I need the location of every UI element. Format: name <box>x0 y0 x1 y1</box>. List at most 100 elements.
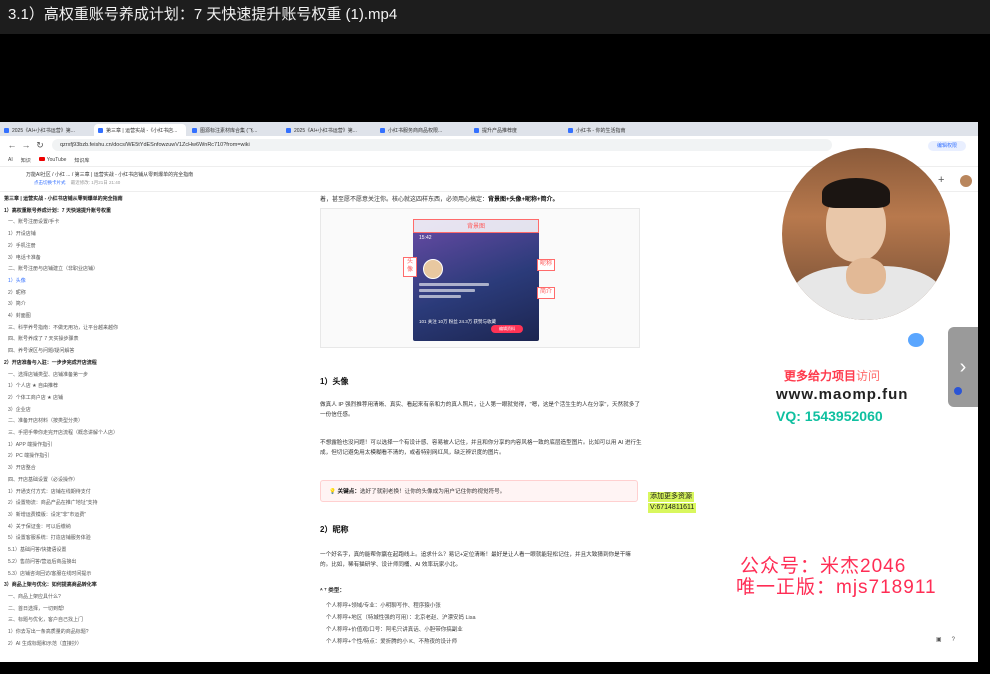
phone-mockup: 15:42 101 关注 10万 粉丝 24.3万 获赞与收藏 编辑资料 <box>413 219 539 341</box>
toc-item[interactable]: 一、选择店铺类型、店铺准备第一步 <box>0 370 300 382</box>
profile-figure: 15:42 101 关注 10万 粉丝 24.3万 获赞与收藏 编辑资料 背景图… <box>320 208 640 348</box>
promo-contact: VQ: 1543952060 <box>776 408 883 424</box>
breadcrumb[interactable]: 万能AI社区 / 小红 ... / 第三章 | 运营实战 - 小红书店铺从零到爆… <box>26 171 193 178</box>
toc-item[interactable]: 二、准备开店材料（按类型分类） <box>0 416 300 428</box>
last-modified: 最近修改: 1月21日 21:40 <box>70 180 121 185</box>
browser-tab-strip: 2025《AI+小红书运营》第... 第三章 | 运营实战 -《小红书店... 图源… <box>0 122 978 136</box>
browser-tab[interactable]: 小红书 - 你的生活指南 <box>564 124 656 136</box>
tab-label: 小红书服务商商品权限... <box>388 127 443 134</box>
toc-item[interactable]: 2）AI 生成标题和示范（直接抄） <box>0 639 300 651</box>
corner-tools: ▣? <box>936 636 965 643</box>
toc-item[interactable]: 1）个人店 ★ 自由推荐 <box>0 381 300 393</box>
tab-favicon-icon <box>4 127 9 133</box>
toc-item[interactable]: 3）商品上架与优化：如何提高商品转化率 <box>0 580 300 592</box>
toc-item[interactable]: 1）高权重账号养成计划：7 天快速提升账号权重 <box>0 206 300 218</box>
reload-icon[interactable]: ↻ <box>34 139 46 151</box>
paragraph: 做真人 IP 强烈推荐用清晰、真实、看起来有亲和力的真人照片，让人第一眼就觉得，… <box>320 402 640 418</box>
background-label: 背景图 <box>413 219 539 233</box>
card-toggle-link[interactable]: 点击切换卡片式 <box>34 180 66 185</box>
browser-tab[interactable]: 第三章 | 运营实战 -《小红书店... <box>94 124 186 136</box>
toc-item[interactable]: 2）PC 端操作指引 <box>0 451 300 463</box>
toc-item[interactable]: 三、科学养号指南：不做无用功，让平台越来越你 <box>0 323 300 335</box>
toc-item[interactable]: 1）开设店铺 <box>0 229 300 241</box>
tab-favicon-icon <box>192 127 197 133</box>
toc-item[interactable]: 2）手机注册 <box>0 241 300 253</box>
avatar-label: 头像 <box>403 257 417 277</box>
fullscreen-icon[interactable]: ▣ <box>936 637 942 643</box>
browser-tab[interactable]: 2025《AI+小红书运营》第... <box>0 124 92 136</box>
toc-item[interactable]: 3）企业店 <box>0 405 300 417</box>
toc-item[interactable]: 四、账号养成了 7 天实操步骤表 <box>0 334 300 346</box>
toc-item[interactable]: 4）封面图 <box>0 311 300 323</box>
address-bar-row: ← → ↻ qzrxfj93bzb.feishu.cn/docs/WE5tYdE… <box>0 136 978 155</box>
watermark-small: 添加更多资源 <box>648 492 694 502</box>
user-avatar[interactable] <box>960 175 972 187</box>
tab-label: 2025《AI+小红书运营》第... <box>294 127 357 134</box>
list-item: 个人称呼+地区（特城性强的可用）：北京老赵、沪漂安妈 Lisa <box>326 615 476 621</box>
toc-item[interactable]: 3）电话卡准备 <box>0 253 300 265</box>
list-item: 个人称呼+价值观/口号：阿毛只讲真话、小胆带你搞副业 <box>326 627 463 633</box>
browser-tab[interactable]: 提升产品推荐度 <box>470 124 562 136</box>
tab-label: 提升产品推荐度 <box>482 127 518 134</box>
toc-item[interactable]: 一、账号注册设置/手卡 <box>0 217 300 229</box>
back-icon[interactable]: ← <box>6 139 18 151</box>
tab-label: 小红书 - 你的生活指南 <box>576 127 626 134</box>
promo-site: www.maomp.fun <box>776 386 909 403</box>
profile-bio-lines <box>419 283 489 303</box>
toc-item[interactable]: 四、养号误区与问题/疑问解答 <box>0 346 300 358</box>
bookmark-youtube[interactable]: YouTube <box>38 157 66 163</box>
toc-item[interactable]: 5.1）基础问答/快捷语设置 <box>0 545 300 557</box>
key-point-callout: 💡 关键点：选好了就别老换！让你的头像成为用户记住你的视觉符号。 <box>320 480 638 502</box>
profile-avatar-image <box>423 259 443 279</box>
toc-item[interactable]: 四、开店基础设置（必设操作） <box>0 475 300 487</box>
video-title: 3.1）高权重账号养成计划：7 天快速提升账号权重 (1).mp4 <box>0 0 990 34</box>
chevron-right-icon[interactable]: › <box>948 327 978 407</box>
toc-item[interactable]: 1）头像 <box>0 276 300 288</box>
toc-item[interactable]: 3）简介 <box>0 299 300 311</box>
forward-icon[interactable]: → <box>20 139 32 151</box>
intro-text: 着，甚至愿不愿意关注你。核心就这四样东西，必须用心搞定：背景图+头像+昵称+简介… <box>320 197 559 203</box>
browser-tab[interactable]: 图源标注素材库合集 (飞... <box>188 124 280 136</box>
toc-item[interactable]: 2）开店准备与入驻：一步步完成开店流程 <box>0 358 300 370</box>
bookmark-item[interactable]: 知识库 <box>74 157 89 164</box>
toc-item[interactable]: 2）设置物流：商品产品在推广地址"支持 <box>0 498 300 510</box>
browser-tab[interactable]: 2025《AI+小红书运营》第... <box>282 124 374 136</box>
toc-item[interactable]: 3）新增运费模版：设定"非"市运费" <box>0 510 300 522</box>
toc-item[interactable]: 一、商品上架应具什么? <box>0 592 300 604</box>
url-field[interactable]: qzrxfj93bzb.feishu.cn/docs/WE5tYdESnfowz… <box>52 139 832 151</box>
toc-item[interactable]: 三、手把手带你走完开店流程（概念讲解个人店） <box>0 428 300 440</box>
add-icon[interactable]: + <box>938 174 944 186</box>
toc-item[interactable]: 2）个体工商户店 ★ 店铺 <box>0 393 300 405</box>
watermark-small: V:6714811611 <box>648 503 697 513</box>
tab-favicon-icon <box>568 127 573 133</box>
bookmark-item[interactable]: AI <box>8 157 13 163</box>
bookmark-item[interactable]: 知识 <box>21 157 31 164</box>
toc-item[interactable]: 1）你去写出一条高质量的商品标题? <box>0 627 300 639</box>
edit-permission-button[interactable]: 编辑权限 <box>928 141 966 151</box>
toc-item[interactable]: 4）关于保证金：可以后缴纳 <box>0 522 300 534</box>
tab-label: 2025《AI+小红书运营》第... <box>12 127 75 134</box>
help-icon[interactable]: ? <box>952 637 955 643</box>
browser-tab[interactable]: 小红书服务商商品权限... <box>376 124 468 136</box>
status-dot-icon <box>954 387 962 395</box>
list-item: 个人称呼+个性/特点：爱折腾的小 K、不熬夜的设计师 <box>326 639 457 645</box>
toc-item[interactable]: 5.3）店铺咨询回访/客服在线时间提示 <box>0 569 300 581</box>
section-heading-avatar: 1）头像 <box>320 377 349 386</box>
toc-item[interactable]: 第三章 | 运营实战 - 小红书店铺从零到爆单的完全指南 <box>0 194 300 206</box>
toc-item[interactable]: 二、账号注册与店铺建立（非职业店铺） <box>0 264 300 276</box>
toc-item[interactable]: 3）开店整合 <box>0 463 300 475</box>
toc-item[interactable]: 5）设置客服系统：打造店铺服务体验 <box>0 533 300 545</box>
promo-line: 更多给力项目访问 <box>784 369 881 383</box>
toc-item[interactable]: 1）APP 端操作指引 <box>0 440 300 452</box>
formula-title: ᴬ ᵀ 类型： <box>320 588 346 594</box>
assistant-icon[interactable] <box>908 333 924 347</box>
toc-item[interactable]: 三、标题与优化，客户自己找上门 <box>0 615 300 627</box>
youtube-icon <box>38 157 45 161</box>
toc-item[interactable]: 1）开通支付方式：店铺在线期待支付 <box>0 487 300 499</box>
bio-label: 简介 <box>537 287 556 299</box>
toc-item[interactable]: 二、首日选择，一切到帮! <box>0 604 300 616</box>
toc-item[interactable]: 5.2）售前问答/营运后商品接出 <box>0 557 300 569</box>
nickname-label: 昵称 <box>537 259 556 271</box>
toc-item[interactable]: 2）昵称 <box>0 288 300 300</box>
formula-list: 个人称呼+领域/专业：小明聊写作、程序猿小张 个人称呼+地区（特城性强的可用）：… <box>320 600 638 648</box>
